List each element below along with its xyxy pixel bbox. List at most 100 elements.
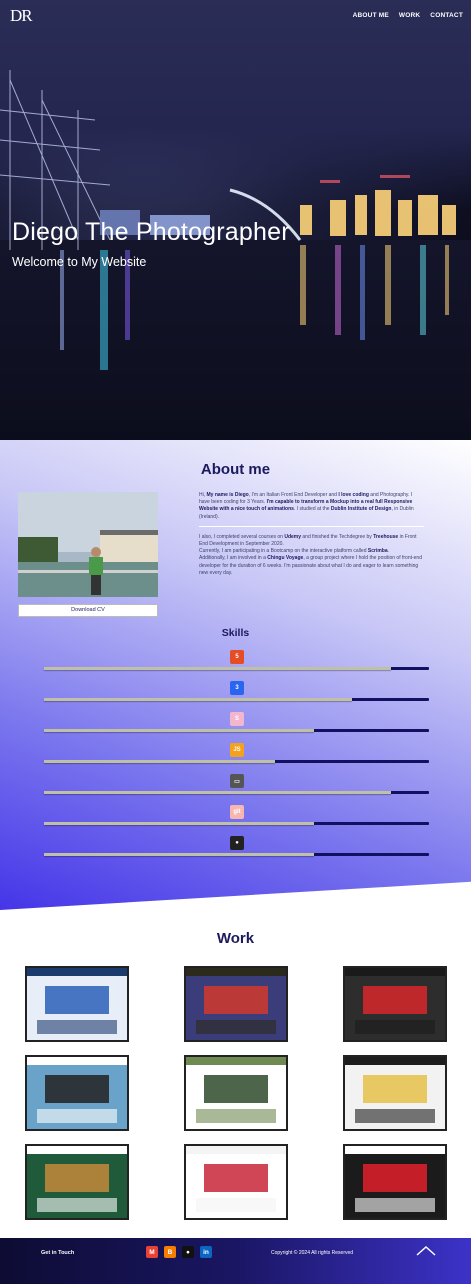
bio-text-run: . xyxy=(387,548,390,555)
bio-text-run: Currently, I am participating in a Bootc… xyxy=(199,548,368,555)
bio-text-run: Chingu Voyage xyxy=(267,555,304,562)
thumbnail-footer xyxy=(355,1198,435,1212)
skill-row: ▭ xyxy=(44,774,429,794)
skill-bar xyxy=(44,853,429,856)
profile-photo-image xyxy=(18,492,158,597)
bio-text-run: Additionally, I am involved in a xyxy=(199,555,268,562)
thumbnail-footer xyxy=(355,1109,435,1123)
work-thumbnail-6[interactable] xyxy=(343,1055,447,1131)
skill-bar-fill xyxy=(44,822,314,825)
about-title-text: About me xyxy=(200,461,271,478)
about-bio: Hi, My name is Diego, I'm an Italian Fro… xyxy=(199,492,424,577)
skill-bar xyxy=(44,729,429,732)
work-thumbnail-9[interactable] xyxy=(343,1144,447,1220)
skills-title: Skills xyxy=(221,627,250,639)
javascript-icon: JS xyxy=(230,743,244,757)
thumbnail-header xyxy=(186,1057,286,1065)
thumbnail-content xyxy=(45,1164,109,1192)
thumbnail-header xyxy=(186,968,286,976)
bio-text-run: Hi, xyxy=(199,492,207,498)
hero-section: DR ABOUT ME WORK CONTACT Diego The Photo… xyxy=(0,0,471,440)
skill-bar xyxy=(44,822,429,825)
skill-row: S xyxy=(44,712,429,732)
bio-text-run: , I'm an Italian Front End Developer and xyxy=(248,492,339,498)
bio-paragraph-1: Hi, My name is Diego, I'm an Italian Fro… xyxy=(199,492,424,521)
bio-text-run: Udemy xyxy=(284,533,302,540)
work-thumbnail-7[interactable] xyxy=(25,1144,129,1220)
thumbnail-header xyxy=(27,1146,127,1154)
work-thumbnail-8[interactable] xyxy=(184,1144,288,1220)
skill-bar-fill xyxy=(44,760,275,763)
hero-title: Diego The Photographer xyxy=(12,218,290,246)
thumbnail-footer xyxy=(37,1198,117,1212)
skill-bar-fill xyxy=(44,729,314,732)
skill-bar xyxy=(44,667,429,670)
work-thumbnail-3[interactable] xyxy=(343,966,447,1042)
thumbnail-footer xyxy=(196,1109,276,1123)
thumbnail-header xyxy=(27,968,127,976)
social-links: M B ● in xyxy=(146,1246,212,1258)
thumbnail-footer xyxy=(196,1198,276,1212)
thumbnail-header xyxy=(345,968,445,976)
bio-text-run: Scrimba xyxy=(367,548,388,555)
skill-bar-fill xyxy=(44,853,314,856)
skill-bar-fill xyxy=(44,698,352,701)
get-in-touch-link[interactable]: Get in Touch xyxy=(41,1250,74,1256)
nav-work[interactable]: WORK xyxy=(399,12,420,19)
blogger-icon[interactable]: B xyxy=(164,1246,176,1258)
thumbnail-content xyxy=(204,986,268,1014)
work-title: Work xyxy=(216,930,255,947)
bio-paragraph-4: Additionally, I am involved in a Chingu … xyxy=(199,555,424,577)
css3-icon: 3 xyxy=(230,681,244,695)
work-thumbnail-2[interactable] xyxy=(184,966,288,1042)
thumbnail-content xyxy=(45,1075,109,1103)
skill-bar-fill xyxy=(44,791,391,794)
thumbnail-footer xyxy=(37,1109,117,1123)
skill-row: 3 xyxy=(44,681,429,701)
download-cv-button[interactable]: Download CV xyxy=(18,604,158,617)
bio-text-run: My name is Diego xyxy=(206,492,249,498)
bio-text-run: I also, I completed several courses on xyxy=(199,533,285,540)
thumbnail-footer xyxy=(37,1020,117,1034)
work-thumbnail-5[interactable] xyxy=(184,1055,288,1131)
linkedin-icon[interactable]: in xyxy=(200,1246,212,1258)
github-icon: ● xyxy=(230,836,244,850)
bio-paragraph-3: Currently, I am participating in a Bootc… xyxy=(199,548,424,555)
skill-row: 5 xyxy=(44,650,429,670)
thumbnail-header xyxy=(186,1146,286,1154)
skill-bar xyxy=(44,791,429,794)
sass-icon: S xyxy=(230,712,244,726)
git-icon: git xyxy=(230,805,244,819)
thumbnail-footer xyxy=(355,1020,435,1034)
main-nav: ABOUT ME WORK CONTACT xyxy=(353,12,463,19)
bio-text-run: . I studied at the xyxy=(293,506,331,513)
site-logo[interactable]: DR xyxy=(10,6,33,26)
skill-bar xyxy=(44,698,429,701)
profile-photo xyxy=(18,492,158,597)
bio-text-run: and finished the Techdegree by xyxy=(301,533,374,540)
thumbnail-content xyxy=(204,1164,268,1192)
scroll-top-icon[interactable] xyxy=(416,1244,436,1256)
thumbnail-content xyxy=(363,1075,427,1103)
skill-row: git xyxy=(44,805,429,825)
thumbnail-content xyxy=(204,1075,268,1103)
about-section: About me Download CV Hi, My name is Dieg… xyxy=(0,440,471,910)
thumbnail-header xyxy=(345,1146,445,1154)
thumbnail-content xyxy=(45,986,109,1014)
work-thumbnail-1[interactable] xyxy=(25,966,129,1042)
nav-contact[interactable]: CONTACT xyxy=(430,12,463,19)
hero-subtitle: Welcome to My Website xyxy=(12,255,147,269)
bio-paragraph-2: I also, I completed several courses on U… xyxy=(199,534,424,548)
gmail-icon[interactable]: M xyxy=(146,1246,158,1258)
bio-text-run: I love coding xyxy=(338,492,369,498)
about-title: About me xyxy=(0,461,471,478)
work-thumbnail-4[interactable] xyxy=(25,1055,129,1131)
thumbnail-header xyxy=(345,1057,445,1065)
bio-text-run: Treehouse xyxy=(373,533,399,540)
responsive-icon: ▭ xyxy=(230,774,244,788)
bio-text-run: Dublin Institute of Design xyxy=(330,506,392,513)
nav-about-me[interactable]: ABOUT ME xyxy=(353,12,389,19)
skill-bar xyxy=(44,760,429,763)
footer: Get in Touch M B ● in Copyright © 2024 All … xyxy=(0,1238,471,1284)
github-footer-icon[interactable]: ● xyxy=(182,1246,194,1258)
